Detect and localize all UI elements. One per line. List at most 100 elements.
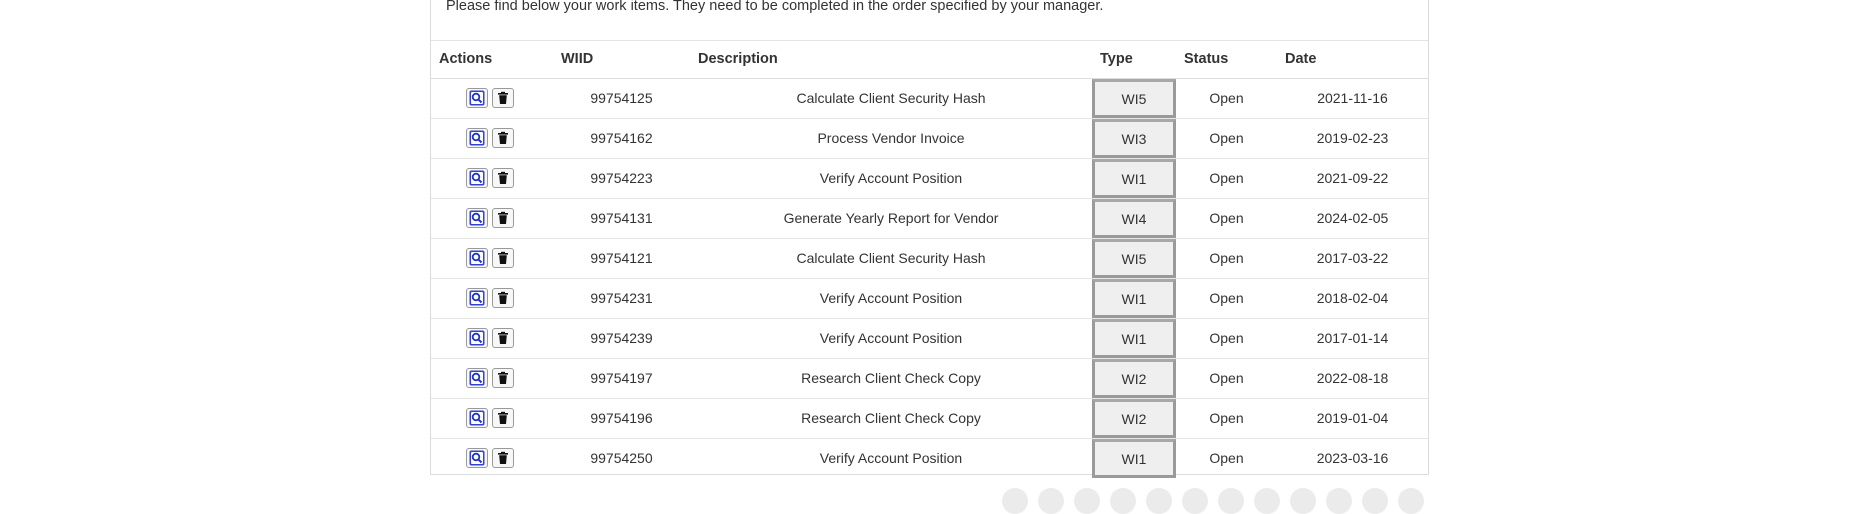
date-cell: 2024-02-05 <box>1277 197 1428 238</box>
type-cell: WI2 <box>1092 357 1176 398</box>
actions-cell <box>431 157 553 198</box>
pagination-dot[interactable] <box>1182 488 1208 514</box>
delete-button[interactable] <box>492 128 514 148</box>
table-header-row: Actions WIID Description Type Status Dat… <box>431 41 1428 79</box>
type-cell: WI3 <box>1092 117 1176 158</box>
table-row: 99754231 Verify Account Position WI1 Open 20… <box>431 277 1428 318</box>
wiid-cell: 99754196 <box>553 397 690 438</box>
header-wiid: WIID <box>553 41 690 79</box>
table-row: 99754250 Verify Account Position WI1 Open 20… <box>431 437 1428 478</box>
delete-button[interactable] <box>492 288 514 308</box>
type-button[interactable]: WI2 <box>1092 398 1176 438</box>
view-button[interactable] <box>466 248 488 268</box>
actions-cell <box>431 357 553 398</box>
view-button[interactable] <box>466 168 488 188</box>
pagination-dot[interactable] <box>1146 488 1172 514</box>
view-button[interactable] <box>466 368 488 388</box>
delete-button[interactable] <box>492 208 514 228</box>
type-button[interactable]: WI1 <box>1092 158 1176 198</box>
table-row: 99754125 Calculate Client Security Hash WI… <box>431 78 1428 118</box>
type-button[interactable]: WI3 <box>1092 118 1176 158</box>
pagination-dot[interactable] <box>1254 488 1280 514</box>
description-cell: Research Client Check Copy <box>690 357 1092 398</box>
delete-button[interactable] <box>492 248 514 268</box>
view-button[interactable] <box>466 448 488 468</box>
delete-button[interactable] <box>492 368 514 388</box>
status-cell: Open <box>1176 357 1277 398</box>
table-row: 99754197 Research Client Check Copy WI2 Ope… <box>431 357 1428 398</box>
date-cell: 2017-03-22 <box>1277 237 1428 278</box>
view-button[interactable] <box>466 88 488 108</box>
wiid-cell: 99754162 <box>553 117 690 158</box>
pagination-dot[interactable] <box>1326 488 1352 514</box>
description-cell: Verify Account Position <box>690 277 1092 318</box>
actions-cell <box>431 317 553 358</box>
actions-cell <box>431 277 553 318</box>
wiid-cell: 99754231 <box>553 277 690 318</box>
type-button[interactable]: WI2 <box>1092 358 1176 398</box>
work-items-table: Actions WIID Description Type Status Dat… <box>431 41 1428 478</box>
type-cell: WI1 <box>1092 317 1176 358</box>
type-button[interactable]: WI1 <box>1092 438 1176 478</box>
date-cell: 2019-02-23 <box>1277 117 1428 158</box>
type-button[interactable]: WI1 <box>1092 278 1176 318</box>
work-items-panel: Please find below your work items. They … <box>430 0 1429 478</box>
pagination-dot[interactable] <box>1110 488 1136 514</box>
description-cell: Verify Account Position <box>690 437 1092 478</box>
pagination-dot[interactable] <box>1398 488 1424 514</box>
view-button[interactable] <box>466 208 488 228</box>
pagination-dot[interactable] <box>1074 488 1100 514</box>
pagination-dot[interactable] <box>1362 488 1388 514</box>
delete-button[interactable] <box>492 408 514 428</box>
wiid-cell: 99754125 <box>590 90 653 106</box>
view-button[interactable] <box>466 128 488 148</box>
status-cell: Open <box>1176 157 1277 198</box>
wiid-cell: 99754223 <box>553 157 690 198</box>
delete-button[interactable] <box>492 88 514 108</box>
view-button[interactable] <box>466 408 488 428</box>
pagination-dot[interactable] <box>1038 488 1064 514</box>
view-button[interactable] <box>466 288 488 308</box>
header-status: Status <box>1176 41 1277 79</box>
status-cell: Open <box>1176 237 1277 278</box>
status-cell: Open <box>1209 90 1244 106</box>
description-cell: Verify Account Position <box>690 157 1092 198</box>
date-cell: 2018-02-04 <box>1277 277 1428 318</box>
status-cell: Open <box>1176 397 1277 438</box>
delete-button[interactable] <box>492 168 514 188</box>
pagination-dot[interactable] <box>1002 488 1028 514</box>
delete-button[interactable] <box>492 328 514 348</box>
intro-text: Please find below your work items. They … <box>446 0 1104 14</box>
pagination-dot[interactable] <box>1290 488 1316 514</box>
header-description: Description <box>690 41 1092 79</box>
pagination <box>1002 488 1442 514</box>
type-button[interactable]: WI5 <box>1092 238 1176 278</box>
pagination-dot[interactable] <box>1218 488 1244 514</box>
status-cell: Open <box>1176 197 1277 238</box>
wiid-cell: 99754250 <box>553 437 690 478</box>
type-cell: WI5 <box>1092 237 1176 278</box>
type-button[interactable]: WI4 <box>1092 198 1176 238</box>
wiid-cell: 99754197 <box>553 357 690 398</box>
status-cell: Open <box>1176 117 1277 158</box>
date-cell: 2023-03-16 <box>1277 437 1428 478</box>
description-cell: Verify Account Position <box>690 317 1092 358</box>
type-cell: WI5 <box>1092 78 1176 118</box>
type-cell: WI4 <box>1092 197 1176 238</box>
type-cell: WI2 <box>1092 397 1176 438</box>
type-button[interactable]: WI1 <box>1092 318 1176 358</box>
date-cell: 2021-11-16 <box>1317 90 1388 106</box>
date-cell: 2021-09-22 <box>1277 157 1428 198</box>
status-cell: Open <box>1176 277 1277 318</box>
type-button[interactable]: WI5 <box>1092 78 1176 118</box>
delete-button[interactable] <box>492 448 514 468</box>
description-cell: Calculate Client Security Hash <box>796 90 986 106</box>
view-button[interactable] <box>466 328 488 348</box>
actions-cell <box>431 78 553 118</box>
actions-cell <box>431 397 553 438</box>
table-body: 99754125 Calculate Client Security Hash WI… <box>431 78 1428 478</box>
actions-cell <box>431 117 553 158</box>
status-cell: Open <box>1176 317 1277 358</box>
actions-cell <box>431 197 553 238</box>
type-cell: WI1 <box>1092 277 1176 318</box>
